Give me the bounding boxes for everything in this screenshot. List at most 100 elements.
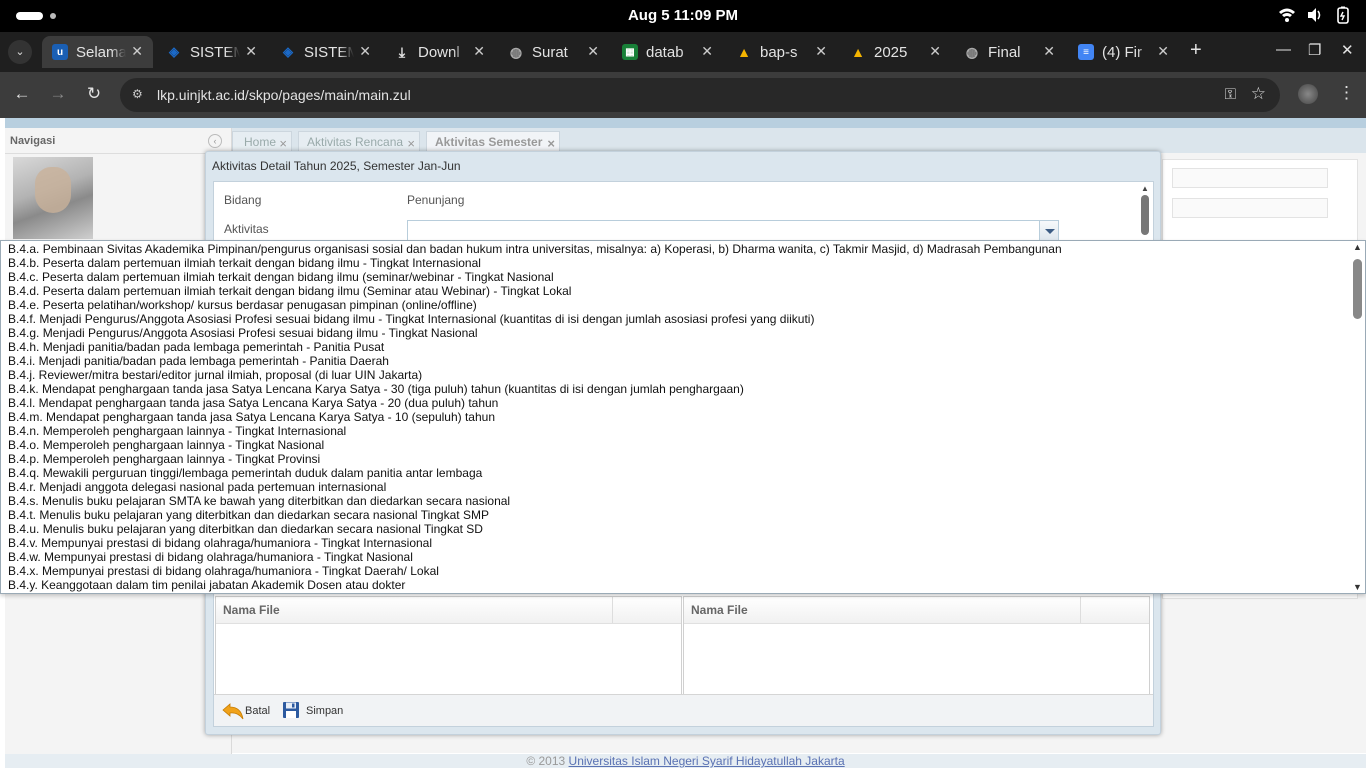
scroll-down-icon[interactable]: ▼ [1353, 582, 1362, 592]
dropdown-option[interactable]: B.4.r. Menjadi anggota delegasi nasional… [8, 480, 1348, 494]
user-photo [13, 157, 93, 239]
close-icon[interactable]: ✕ [359, 43, 371, 60]
browser-tab[interactable]: ⤓ Downl ✕ [384, 36, 495, 68]
scroll-up-icon[interactable]: ▲ [1353, 242, 1362, 252]
scroll-thumb[interactable] [1353, 259, 1362, 319]
close-icon[interactable]: ✕ [1043, 43, 1055, 60]
dropdown-option[interactable]: B.4.j. Reviewer/mitra bestari/editor jur… [8, 368, 1348, 382]
column-header: Nama File [223, 603, 280, 617]
dropdown-option[interactable]: B.4.n. Memperoleh penghargaan lainnya - … [8, 424, 1348, 438]
close-icon[interactable]: ✕ [587, 43, 599, 60]
tab-title: Final [988, 43, 1021, 61]
tab-home[interactable]: Home × [232, 131, 292, 153]
tab-title: (4) Fir [1102, 43, 1142, 61]
docs-icon: ≡ [1078, 44, 1094, 60]
dropdown-option[interactable]: B.4.k. Mendapat penghargaan tanda jasa S… [8, 382, 1348, 396]
nav-title: Navigasi [10, 135, 56, 147]
dropdown-option[interactable]: B.4.l. Mendapat penghargaan tanda jasa S… [8, 396, 1348, 410]
close-icon[interactable]: ✕ [1157, 43, 1169, 60]
back-icon[interactable]: ← [11, 84, 33, 104]
dropdown-option[interactable]: B.4.t. Menulis buku pelajaran yang diter… [8, 508, 1348, 522]
tab-title: SISTEM [190, 43, 240, 61]
close-icon[interactable]: × [407, 136, 415, 151]
dropdown-option[interactable]: B.4.m. Mendapat penghargaan tanda jasa S… [8, 410, 1348, 424]
browser-toolbar: ← → ↻ ⚙ lkp.uinjkt.ac.id/skpo/pages/main… [0, 72, 1366, 118]
forward-icon[interactable]: → [47, 84, 69, 104]
browser-tab[interactable]: ◍ Surat ✕ [498, 36, 609, 68]
url-text[interactable]: lkp.uinjkt.ac.id/skpo/pages/main/main.zu… [157, 87, 411, 103]
aktivitas-combobox[interactable] [407, 220, 1059, 242]
tab-label: Aktivitas Rencana [307, 135, 404, 149]
browser-tab[interactable]: ◍ Final ✕ [954, 36, 1065, 68]
password-key-icon[interactable]: ⚿ [1225, 86, 1236, 103]
batal-button[interactable]: Batal [221, 701, 270, 721]
collapse-icon[interactable]: ‹ [208, 134, 222, 148]
browser-tab[interactable]: u Selamat ✕ [42, 36, 153, 68]
dropdown-option[interactable]: B.4.y. Keanggotaan dalam tim penilai jab… [8, 578, 1348, 592]
bookmark-star-icon[interactable]: ☆ [1251, 84, 1266, 104]
dropdown-option[interactable]: B.4.u. Menulis buku pelajaran yang diter… [8, 522, 1348, 536]
tab-aktivitas-semester[interactable]: Aktivitas Semester × [426, 131, 560, 153]
close-icon[interactable]: ✕ [473, 43, 485, 60]
menu-kebab-icon[interactable]: ⋮ [1338, 83, 1355, 103]
address-bar[interactable]: ⚙ lkp.uinjkt.ac.id/skpo/pages/main/main.… [120, 78, 1280, 112]
dropdown-option[interactable]: B.4.g. Menjadi Pengurus/Anggota Asosiasi… [8, 326, 1348, 340]
close-icon[interactable]: ✕ [815, 43, 827, 60]
site-settings-icon[interactable]: ⚙ [132, 87, 148, 103]
globe-icon: ◍ [509, 43, 523, 60]
close-icon[interactable]: ✕ [245, 43, 257, 60]
battery-icon[interactable] [1334, 6, 1352, 24]
dropdown-option[interactable]: B.4.v. Mempunyai prestasi di bidang olah… [8, 536, 1348, 550]
dropdown-arrow-icon[interactable] [1039, 221, 1058, 241]
search-field[interactable] [1172, 168, 1328, 188]
browser-tab[interactable]: ▦ datab ✕ [612, 36, 723, 68]
download-icon: ⤓ [398, 43, 406, 60]
close-icon[interactable]: ✕ [131, 43, 143, 60]
dropdown-option[interactable]: B.4.e. Peserta pelatihan/workshop/ kursu… [8, 298, 1348, 312]
dropdown-option[interactable]: B.4.s. Menulis buku pelajaran SMTA ke ba… [8, 494, 1348, 508]
dropdown-scrollbar[interactable]: ▲ ▼ [1351, 242, 1364, 592]
close-icon[interactable]: ✕ [929, 43, 941, 60]
divider [5, 153, 232, 154]
dropdown-option[interactable]: B.4.c. Peserta dalam pertemuan ilmiah te… [8, 270, 1348, 284]
dropdown-option[interactable]: B.4.p. Memperoleh penghargaan lainnya - … [8, 452, 1348, 466]
dialog-title: Aktivitas Detail Tahun 2025, Semester Ja… [212, 159, 461, 173]
tab-title: Selamat [76, 43, 126, 61]
dropdown-option[interactable]: B.4.a. Pembinaan Sivitas Akademika Pimpi… [8, 242, 1348, 256]
dropdown-option[interactable]: B.4.b. Peserta dalam pertemuan ilmiah te… [8, 256, 1348, 270]
tab-title: 2025 [874, 43, 908, 61]
browser-tab[interactable]: ▲ bap-s ✕ [726, 36, 837, 68]
dropdown-option[interactable]: B.4.i. Menjadi panitia/badan pada lembag… [8, 354, 1348, 368]
minimize-icon[interactable]: — [1276, 41, 1291, 58]
dropdown-option[interactable]: B.4.d. Peserta dalam pertemuan ilmiah te… [8, 284, 1348, 298]
reload-icon[interactable]: ↻ [83, 84, 105, 104]
dropdown-option[interactable]: B.4.o. Memperoleh penghargaan lainnya - … [8, 438, 1348, 452]
restore-icon[interactable]: ❐ [1308, 41, 1321, 59]
simpan-button[interactable]: Simpan [282, 701, 343, 721]
close-icon[interactable]: × [279, 136, 287, 151]
browser-tab[interactable]: ▲ 2025 ✕ [840, 36, 951, 68]
browser-tab[interactable]: ◈ SISTEM ✕ [156, 36, 267, 68]
university-link[interactable]: Universitas Islam Negeri Syarif Hidayatu… [569, 754, 845, 768]
close-window-icon[interactable]: ✕ [1341, 41, 1354, 59]
browser-tab[interactable]: ◈ SISTEM ✕ [270, 36, 381, 68]
close-icon[interactable]: ✕ [701, 43, 713, 60]
profile-avatar[interactable] [1298, 84, 1318, 104]
new-tab-button[interactable]: + [1190, 39, 1202, 62]
volume-icon[interactable] [1306, 6, 1324, 24]
dropdown-option[interactable]: B.4.x. Mempunyai prestasi di bidang olah… [8, 564, 1348, 578]
tab-search-button[interactable]: ⌄ [8, 40, 32, 64]
dropdown-option[interactable]: B.4.f. Menjadi Pengurus/Anggota Asosiasi… [8, 312, 1348, 326]
drive-icon: ▲ [851, 44, 865, 60]
tab-aktivitas-rencana[interactable]: Aktivitas Rencana × [298, 131, 420, 153]
sistem-favicon: ◈ [283, 44, 293, 59]
select-field[interactable] [1172, 198, 1328, 218]
wifi-icon[interactable] [1278, 6, 1296, 24]
sheets-icon: ▦ [622, 44, 638, 60]
browser-tab[interactable]: ≡ (4) Fir ✕ [1068, 36, 1179, 68]
dropdown-option[interactable]: B.4.w. Mempunyai prestasi di bidang olah… [8, 550, 1348, 564]
close-icon[interactable]: × [547, 136, 555, 151]
dropdown-option[interactable]: B.4.q. Mewakili perguruan tinggi/lembaga… [8, 466, 1348, 480]
tab-title: Downl [418, 43, 460, 61]
dropdown-option[interactable]: B.4.h. Menjadi panitia/badan pada lembag… [8, 340, 1348, 354]
